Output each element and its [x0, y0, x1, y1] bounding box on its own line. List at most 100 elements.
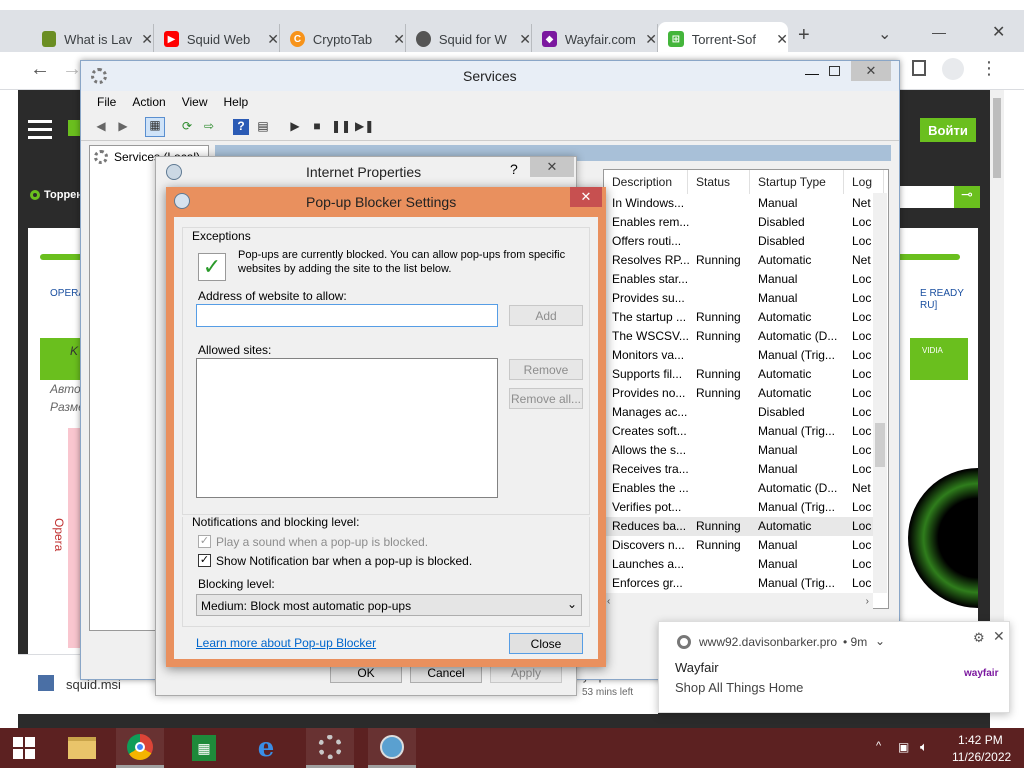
login-button[interactable]: Войти	[920, 118, 976, 142]
table-row[interactable]: The startup ... Running Automatic Loc	[604, 308, 874, 327]
close-icon[interactable]: ✕	[993, 628, 1005, 645]
forward-arrow-icon[interactable]: →	[62, 58, 82, 81]
table-row[interactable]: Enables star... Manual Loc	[604, 270, 874, 289]
close-icon[interactable]: ✕	[519, 31, 531, 48]
push-notification[interactable]: www92.davisonbarker.pro • 9m ⌄ ⚙ ✕ Wayfa…	[658, 621, 1010, 713]
table-row[interactable]: In Windows... Manual Net	[604, 194, 874, 213]
table-row[interactable]: Supports fil... Running Automatic Loc	[604, 365, 874, 384]
menu-help[interactable]: Help	[224, 95, 249, 109]
ready-link[interactable]: E READY	[920, 288, 964, 299]
pause-icon[interactable]: ❚❚	[331, 119, 351, 135]
internet-options-taskbar-button[interactable]	[368, 728, 416, 768]
back-arrow-icon[interactable]: ←	[30, 58, 50, 81]
learn-more-link[interactable]: Learn more about Pop-up Blocker	[196, 636, 376, 650]
chevron-down-icon[interactable]: ⌄	[875, 634, 885, 648]
tab-cryptotab[interactable]: C CryptoTab ✕	[280, 24, 406, 54]
table-row[interactable]: Enforces gr... Manual (Trig... Loc	[604, 574, 874, 593]
menu-action[interactable]: Action	[132, 95, 165, 109]
play-sound-checkbox[interactable]: ✓	[198, 535, 211, 548]
menu-file[interactable]: File	[97, 95, 116, 109]
close-dialog-button[interactable]: Close	[509, 633, 583, 654]
clock-time[interactable]: 1:42 PM	[958, 733, 1003, 747]
close-icon[interactable]: ✕	[393, 31, 405, 48]
minimize-button[interactable]: —	[932, 24, 946, 40]
table-row[interactable]: Verifies pot... Manual (Trig... Loc	[604, 498, 874, 517]
site-search-field[interactable]	[898, 186, 954, 208]
chrome-taskbar-button[interactable]	[116, 728, 164, 768]
export-icon[interactable]: ⇨	[201, 119, 217, 135]
blocking-level-select[interactable]: Medium: Block most automatic pop-ups ⌄	[196, 594, 582, 616]
help-button[interactable]: ?	[510, 161, 518, 177]
close-icon[interactable]: ✕	[141, 31, 153, 48]
close-icon[interactable]: ✕	[776, 31, 788, 48]
table-row[interactable]: Provides su... Manual Loc	[604, 289, 874, 308]
remove-button[interactable]: Remove	[509, 359, 583, 380]
page-scrollbar[interactable]	[990, 90, 1004, 630]
network-icon[interactable]: ▣	[898, 740, 909, 754]
show-bar-checkbox[interactable]: ✓	[198, 554, 211, 567]
maximize-button[interactable]	[829, 66, 840, 76]
allowed-sites-list[interactable]	[196, 358, 498, 498]
column-log-on-as[interactable]: Log	[844, 170, 884, 194]
services-list-scrollbar[interactable]	[873, 193, 887, 593]
close-icon[interactable]: ✕	[645, 31, 657, 48]
chevron-up-icon[interactable]: ^	[876, 740, 881, 752]
ru-link[interactable]: RU]	[920, 300, 937, 311]
minimize-button[interactable]: —	[805, 65, 819, 81]
column-startup-type[interactable]: Startup Type	[750, 170, 844, 194]
key-icon[interactable]: ⊸	[954, 186, 980, 208]
restart-icon[interactable]: ▶❚	[355, 119, 374, 135]
internet-explorer-button[interactable]: e	[242, 728, 290, 768]
refresh-icon[interactable]: ⟳	[179, 119, 195, 135]
address-input[interactable]	[196, 304, 498, 327]
forward-arrow-icon[interactable]: ▶	[115, 119, 131, 135]
table-row[interactable]: Discovers n... Running Manual Loc	[604, 536, 874, 555]
properties-icon[interactable]: ▤	[255, 119, 271, 135]
table-row[interactable]: Manages ac... Disabled Loc	[604, 403, 874, 422]
table-row[interactable]: Launches a... Manual Loc	[604, 555, 874, 574]
add-button[interactable]: Add	[509, 305, 583, 326]
close-button[interactable]: ✕	[851, 61, 891, 81]
clock-date[interactable]: 11/26/2022	[952, 750, 1011, 764]
console-tree-icon[interactable]: ▦	[145, 117, 165, 137]
table-row[interactable]: Offers routi... Disabled Loc	[604, 232, 874, 251]
start-button[interactable]	[0, 728, 48, 768]
tab-squid-web[interactable]: ▶ Squid Web ✕	[154, 24, 280, 54]
table-row[interactable]: Resolves RP... Running Automatic Net	[604, 251, 874, 270]
tab-wayfair[interactable]: ◆ Wayfair.com ✕	[532, 24, 658, 54]
chevron-down-icon[interactable]: ⌄	[878, 24, 891, 44]
profile-avatar-icon[interactable]	[942, 58, 964, 80]
tab-torrent-soft[interactable]: ⊞ Torrent-Sof ✕	[658, 22, 788, 56]
table-row[interactable]: Enables the ... Automatic (D... Net	[604, 479, 874, 498]
sidebar-icon[interactable]	[912, 60, 926, 76]
table-row[interactable]: Reduces ba... Running Automatic Loc	[604, 517, 874, 536]
table-row[interactable]: Creates soft... Manual (Trig... Loc	[604, 422, 874, 441]
hamburger-menu-icon[interactable]	[28, 120, 52, 139]
stop-icon[interactable]: ■	[309, 119, 325, 135]
back-arrow-icon[interactable]: ◀	[93, 119, 109, 135]
nvidia-card[interactable]: VIDIA	[910, 338, 968, 380]
table-row[interactable]: The WSCSV... Running Automatic (D... Loc	[604, 327, 874, 346]
calculator-button[interactable]: ▦	[180, 728, 228, 768]
tab-squid-for-w[interactable]: Squid for W ✕	[406, 24, 532, 54]
column-status[interactable]: Status	[688, 170, 750, 194]
play-icon[interactable]: ▶	[287, 119, 303, 135]
new-tab-button[interactable]: +	[798, 24, 810, 47]
table-row[interactable]: Allows the s... Manual Loc	[604, 441, 874, 460]
column-description[interactable]: Description	[604, 170, 688, 194]
volume-icon[interactable]: 🔈︎	[920, 739, 928, 755]
close-icon[interactable]: ✕	[267, 31, 279, 48]
services-taskbar-button[interactable]	[306, 728, 354, 768]
table-row[interactable]: Enables rem... Disabled Loc	[604, 213, 874, 232]
window-close-icon[interactable]: ✕	[992, 22, 1005, 42]
table-row[interactable]: Monitors va... Manual (Trig... Loc	[604, 346, 874, 365]
gear-icon[interactable]: ⚙	[973, 630, 985, 646]
table-row[interactable]: Provides no... Running Automatic Loc	[604, 384, 874, 403]
tab-what-is-lav[interactable]: What is Lav ✕	[32, 24, 154, 54]
help-icon[interactable]: ?	[233, 119, 249, 135]
menu-view[interactable]: View	[182, 95, 208, 109]
file-explorer-button[interactable]	[58, 728, 106, 768]
close-button[interactable]: ✕	[530, 157, 574, 177]
menu-dots-icon[interactable]: ⋮	[980, 58, 998, 79]
services-list-hscrollbar[interactable]: ‹ ›	[603, 593, 873, 609]
